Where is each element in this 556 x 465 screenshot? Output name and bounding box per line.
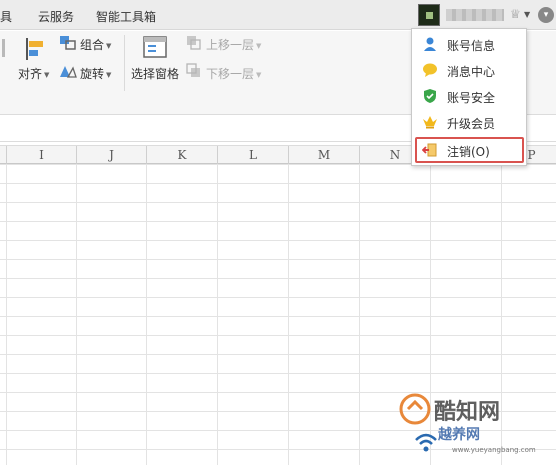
menu-item-label: 升级会员 <box>447 117 496 131</box>
watermark-url: www.yueyangbang.com <box>452 446 536 454</box>
menu-item-label: 账号安全 <box>447 91 496 105</box>
vip-crown-icon: ♕ <box>510 7 521 21</box>
align-label: 对齐 <box>18 67 43 81</box>
menu-bar: 具 云服务 智能工具箱 ♕ ▼ ▾ <box>0 0 556 30</box>
selection-pane-button[interactable]: 选择窗格 <box>131 65 179 82</box>
grid-line <box>359 164 360 465</box>
grid-line <box>217 164 218 465</box>
rotate-label: 旋转 <box>80 67 105 81</box>
bring-forward-icon <box>187 36 201 50</box>
group-label: 组合 <box>80 38 105 52</box>
align-icon <box>26 38 43 60</box>
align-button[interactable]: 对齐 ▼ <box>18 65 49 82</box>
rotate-icon <box>60 66 77 78</box>
user-account-area[interactable]: ♕ ▼ ▾ <box>416 3 556 28</box>
username[interactable] <box>446 9 504 21</box>
menu-item-label: 消息中心 <box>447 65 496 79</box>
chevron-down-icon[interactable]: ▼ <box>524 10 530 19</box>
menu-item-account-security[interactable]: 账号安全 <box>412 83 526 109</box>
watermark-brand: 酷知网 <box>434 400 501 425</box>
send-backward-icon <box>186 63 200 77</box>
menu-item-upgrade-vip[interactable]: 升级会员 <box>412 109 526 135</box>
chevron-down-icon: ▼ <box>106 41 112 50</box>
group-icon <box>60 36 76 50</box>
column-header-k[interactable]: K <box>146 146 217 165</box>
grid-line <box>288 164 289 465</box>
message-icon <box>423 63 437 77</box>
skin-icon[interactable]: ▾ <box>538 7 554 23</box>
crown-icon <box>423 116 437 129</box>
grid-line <box>501 164 502 465</box>
grid-line <box>146 164 147 465</box>
grid-line <box>76 164 77 465</box>
group-button[interactable]: 组合 ▼ <box>80 36 111 53</box>
avatar[interactable] <box>418 4 440 26</box>
user-icon <box>424 37 436 51</box>
bring-forward-button[interactable]: 上移一层 ▼ <box>206 36 261 53</box>
column-header-l[interactable]: L <box>217 146 288 165</box>
menu-cloud-service[interactable]: 云服务 <box>38 8 74 25</box>
column-header-j[interactable]: J <box>76 146 146 165</box>
partial-icon <box>2 39 5 57</box>
chevron-down-icon: ▼ <box>256 41 262 50</box>
column-header-i[interactable]: I <box>6 146 76 165</box>
watermark-logo-icon <box>399 393 431 425</box>
selection-pane-icon <box>143 36 167 58</box>
rotate-button[interactable]: 旋转 ▼ <box>80 65 111 82</box>
user-dropdown-menu: 账号信息 消息中心 账号安全 升级会员 注销(O) <box>411 28 527 166</box>
shield-icon <box>424 89 436 103</box>
menu-smart-toolbox[interactable]: 智能工具箱 <box>96 8 156 25</box>
menu-item-label: 账号信息 <box>447 39 496 53</box>
send-backward-button[interactable]: 下移一层 ▼ <box>206 65 261 82</box>
chevron-down-icon: ▼ <box>106 70 112 79</box>
menu-item-account-info[interactable]: 账号信息 <box>412 31 526 57</box>
chevron-down-icon: ▼ <box>44 70 50 79</box>
menu-item-message-center[interactable]: 消息中心 <box>412 57 526 83</box>
bring-forward-label: 上移一层 <box>206 38 255 52</box>
grid-line <box>6 164 7 465</box>
ribbon-divider <box>124 35 125 91</box>
logout-highlight-box <box>415 137 524 163</box>
column-header-m[interactable]: M <box>288 146 359 165</box>
menu-tools[interactable]: 具 <box>0 8 12 25</box>
watermark-brand-secondary: 越养网 <box>438 427 480 443</box>
chevron-down-icon: ▼ <box>256 70 262 79</box>
send-backward-label: 下移一层 <box>206 67 255 81</box>
watermark-wifi-icon <box>415 433 437 452</box>
